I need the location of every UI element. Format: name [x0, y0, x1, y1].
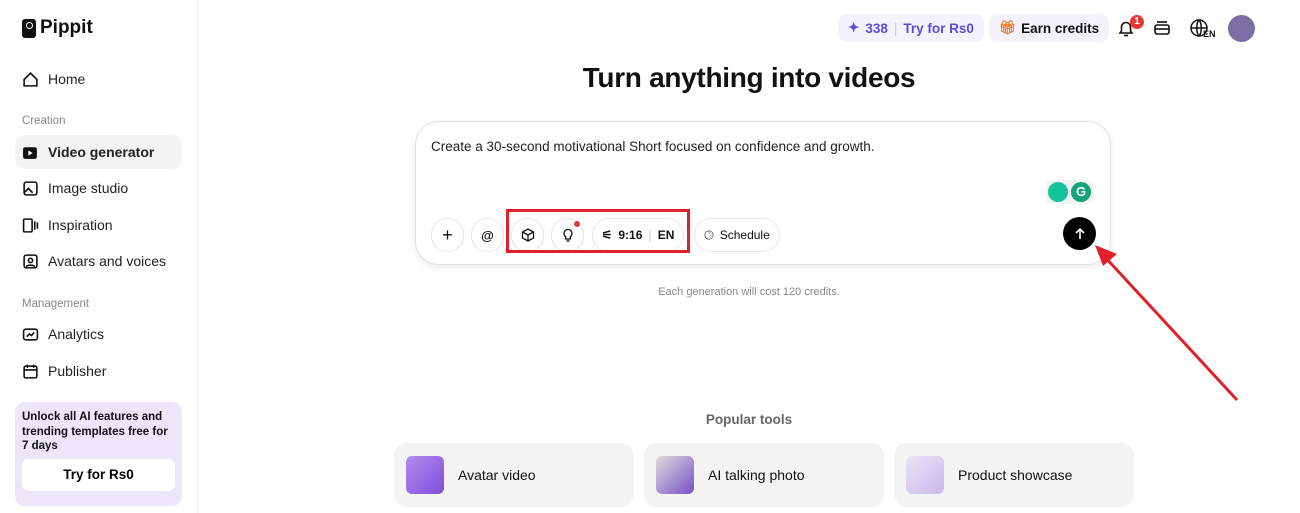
- product-showcase-thumbnail: [906, 456, 944, 494]
- popular-tools-heading: Popular tools: [705, 412, 793, 427]
- tool-avatar-video[interactable]: Avatar video: [394, 443, 634, 507]
- talking-photo-thumbnail: [656, 456, 694, 494]
- label: Avatar video: [458, 467, 536, 483]
- cost-note: Each generation will cost 120 credits.: [658, 286, 840, 298]
- tool-ai-talking-photo[interactable]: AI talking photo: [644, 443, 884, 507]
- annotation-arrow: [1095, 245, 1239, 402]
- avatar-video-thumbnail: [406, 456, 444, 494]
- label: Product showcase: [958, 467, 1073, 483]
- label: AI talking photo: [708, 467, 805, 483]
- tool-product-showcase[interactable]: Product showcase: [894, 443, 1134, 507]
